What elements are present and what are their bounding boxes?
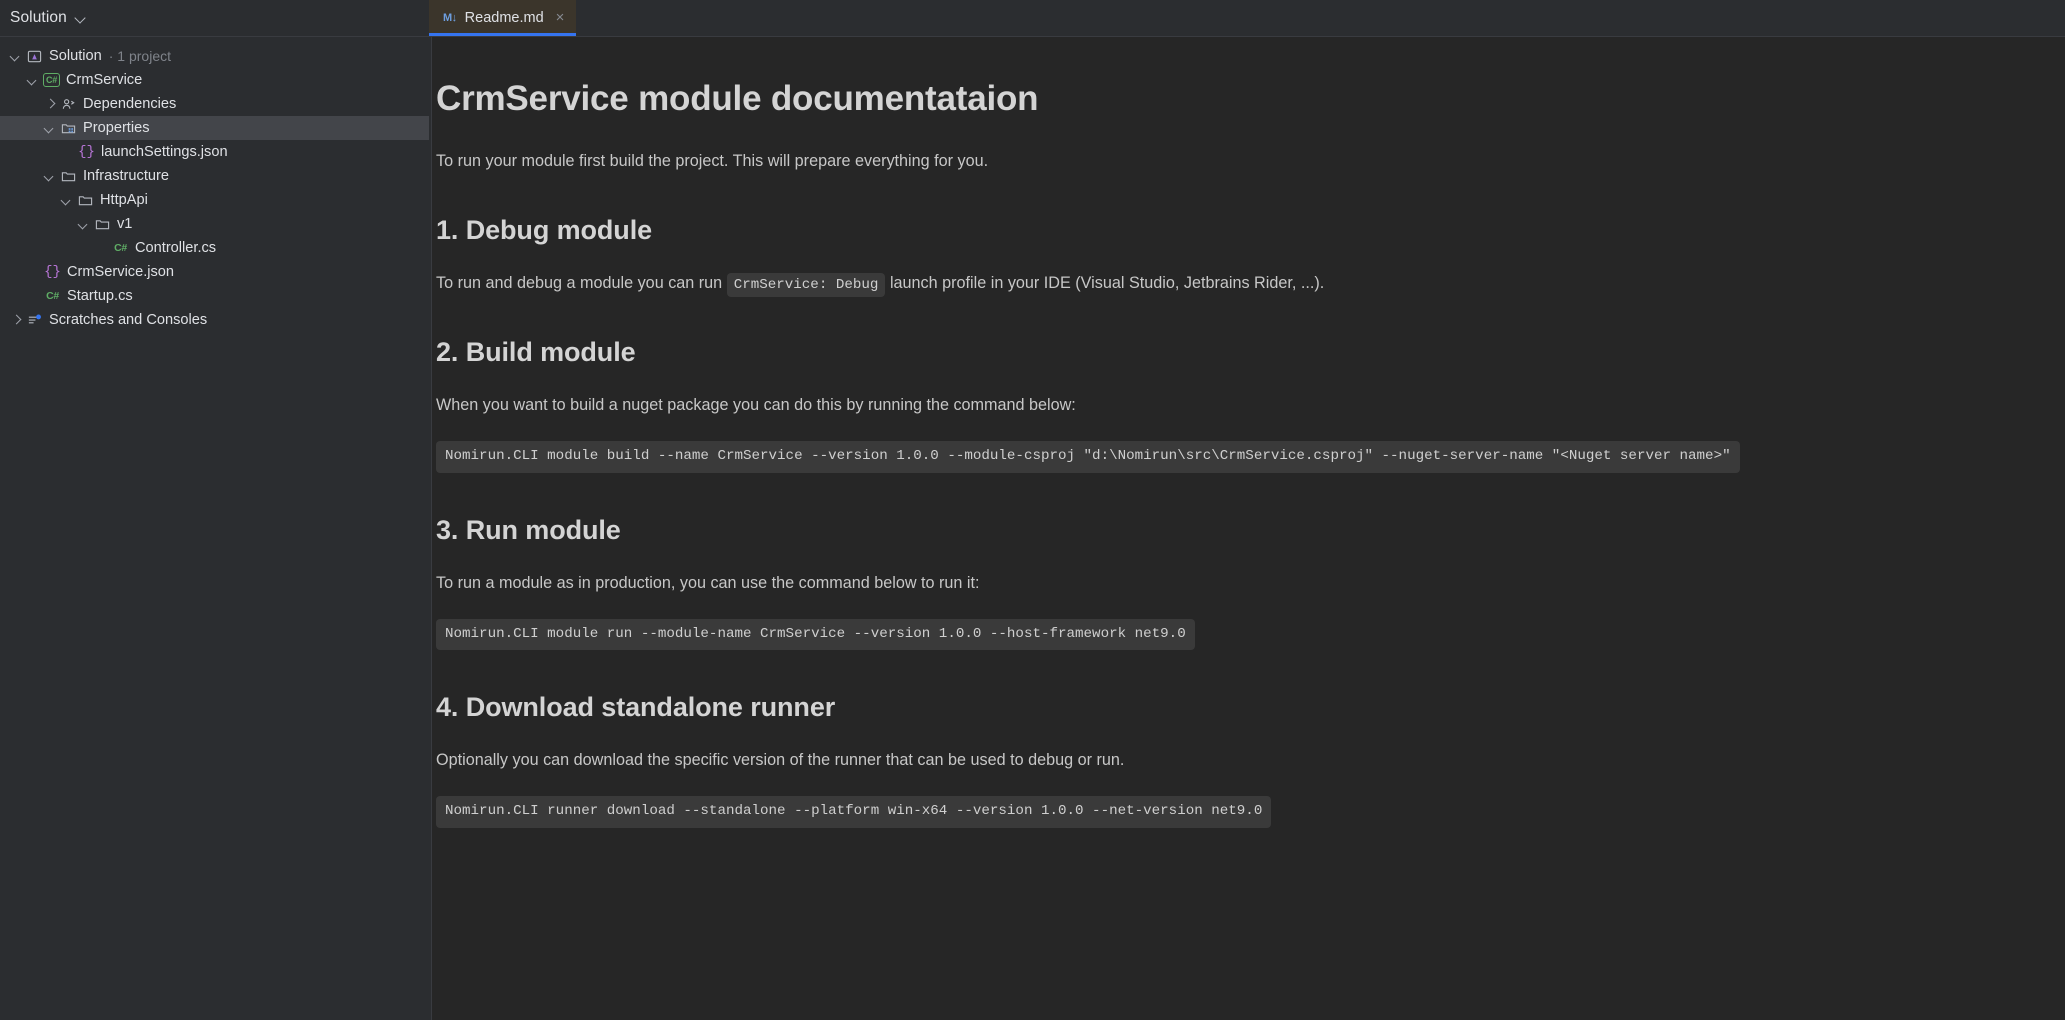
tree-node-crmservice-json[interactable]: {} CrmService.json [0, 260, 429, 284]
csharp-project-icon: C# [42, 72, 61, 88]
scratches-icon [25, 312, 44, 328]
tree-node-properties[interactable]: Properties [0, 116, 429, 140]
chevron-down-icon[interactable] [76, 13, 87, 24]
tree-node-label: Controller.cs [135, 240, 217, 256]
tree-node-label: launchSettings.json [101, 144, 228, 160]
tree-node-infrastructure[interactable]: Infrastructure [0, 164, 429, 188]
code-block-build: Nomirun.CLI module build --name CrmServi… [436, 440, 1740, 473]
dependencies-icon [59, 96, 78, 112]
tab-label: Readme.md [464, 9, 544, 26]
close-icon[interactable]: × [556, 10, 565, 25]
markdown-icon: M↓ [443, 11, 457, 24]
tree-node-startup-cs[interactable]: C# Startup.cs [0, 284, 429, 308]
markdown-preview-pane[interactable]: CrmService module documentataion To run … [432, 37, 2065, 1020]
tree-node-launchsettings-json[interactable]: {} launchSettings.json [0, 140, 429, 164]
folder-icon [59, 168, 78, 184]
tab-readme-md[interactable]: M↓ Readme.md × [429, 0, 577, 36]
chevron-right-icon[interactable] [8, 312, 24, 328]
tree-node-label: Solution [49, 48, 102, 64]
tree-node-httpapi[interactable]: HttpApi [0, 188, 429, 212]
csharp-file-icon: C# [46, 290, 59, 302]
chevron-right-icon[interactable] [42, 96, 58, 112]
json-file-icon: {} [44, 264, 61, 280]
tree-node-label: CrmService [66, 72, 143, 88]
section-heading-build: 2. Build module [436, 337, 636, 368]
debug-text-after: launch profile in your IDE (Visual Studi… [889, 273, 1325, 292]
tree-node-label: HttpApi [100, 192, 148, 208]
json-file-icon: {} [78, 144, 95, 160]
top-strip: Solution M↓ Readme.md × [0, 0, 2065, 37]
folder-icon [93, 216, 112, 232]
tree-node-v1[interactable]: v1 [0, 212, 429, 236]
chevron-down-icon[interactable] [25, 72, 41, 88]
document-intro-paragraph: To run your module first build the proje… [436, 152, 989, 170]
section-paragraph-download: Optionally you can download the specific… [436, 751, 1125, 770]
document-title: CrmService module documentataion [436, 79, 1039, 118]
tree-node-label: CrmService.json [67, 264, 175, 280]
tree-node-scratches-and-consoles[interactable]: Scratches and Consoles [0, 308, 429, 332]
code-block-download: Nomirun.CLI runner download --standalone… [436, 796, 1272, 828]
section-paragraph-debug: To run and debug a module you can run Cr… [436, 272, 2065, 297]
tree-node-solution[interactable]: Solution · 1 project [0, 44, 429, 68]
section-heading-download: 4. Download standalone runner [436, 692, 836, 723]
tree-node-label: Scratches and Consoles [49, 312, 208, 328]
chevron-down-icon[interactable] [59, 192, 75, 208]
tree-node-label: Properties [83, 120, 150, 136]
tree-node-label: Startup.cs [67, 288, 133, 304]
solution-icon [25, 48, 44, 64]
chevron-down-icon[interactable] [42, 120, 58, 136]
tab-active-indicator [429, 33, 577, 36]
chevron-down-icon[interactable] [42, 168, 58, 184]
editor-tab-bar: M↓ Readme.md × [429, 0, 2065, 37]
csharp-file-icon: C# [114, 242, 127, 254]
tree-node-controller-cs[interactable]: C# Controller.cs [0, 236, 429, 260]
debug-text-before: To run and debug a module you can run [436, 273, 723, 292]
section-heading-debug: 1. Debug module [436, 214, 653, 245]
code-block-run: Nomirun.CLI module run --module-name Crm… [436, 618, 1195, 651]
tree-node-dependencies[interactable]: Dependencies [0, 92, 429, 116]
tool-window-title: Solution [10, 9, 67, 26]
tree-node-label: Infrastructure [83, 168, 169, 184]
chevron-down-icon[interactable] [8, 48, 24, 64]
editor-area: CrmService module documentataion To run … [429, 37, 2065, 1020]
section-heading-run: 3. Run module [436, 514, 621, 545]
section-paragraph-build: When you want to build a nuget package y… [436, 396, 1076, 415]
tree-node-subtitle: · 1 project [108, 48, 171, 64]
solution-tool-window-header[interactable]: Solution [0, 0, 429, 37]
main-body: Solution · 1 project C# CrmService Depen… [0, 37, 2065, 1020]
properties-folder-icon [59, 120, 78, 136]
section-paragraph-run: To run a module as in production, you ca… [436, 573, 980, 592]
tree-node-label: v1 [117, 216, 133, 232]
inline-code-launch-profile: CrmService: Debug [726, 272, 886, 297]
chevron-down-icon[interactable] [76, 216, 92, 232]
markdown-document: CrmService module documentataion To run … [436, 79, 2065, 828]
folder-icon [76, 192, 95, 208]
solution-explorer[interactable]: Solution · 1 project C# CrmService Depen… [0, 37, 429, 1020]
tree-node-crmservice[interactable]: C# CrmService [0, 68, 429, 92]
tree-node-label: Dependencies [83, 96, 177, 112]
